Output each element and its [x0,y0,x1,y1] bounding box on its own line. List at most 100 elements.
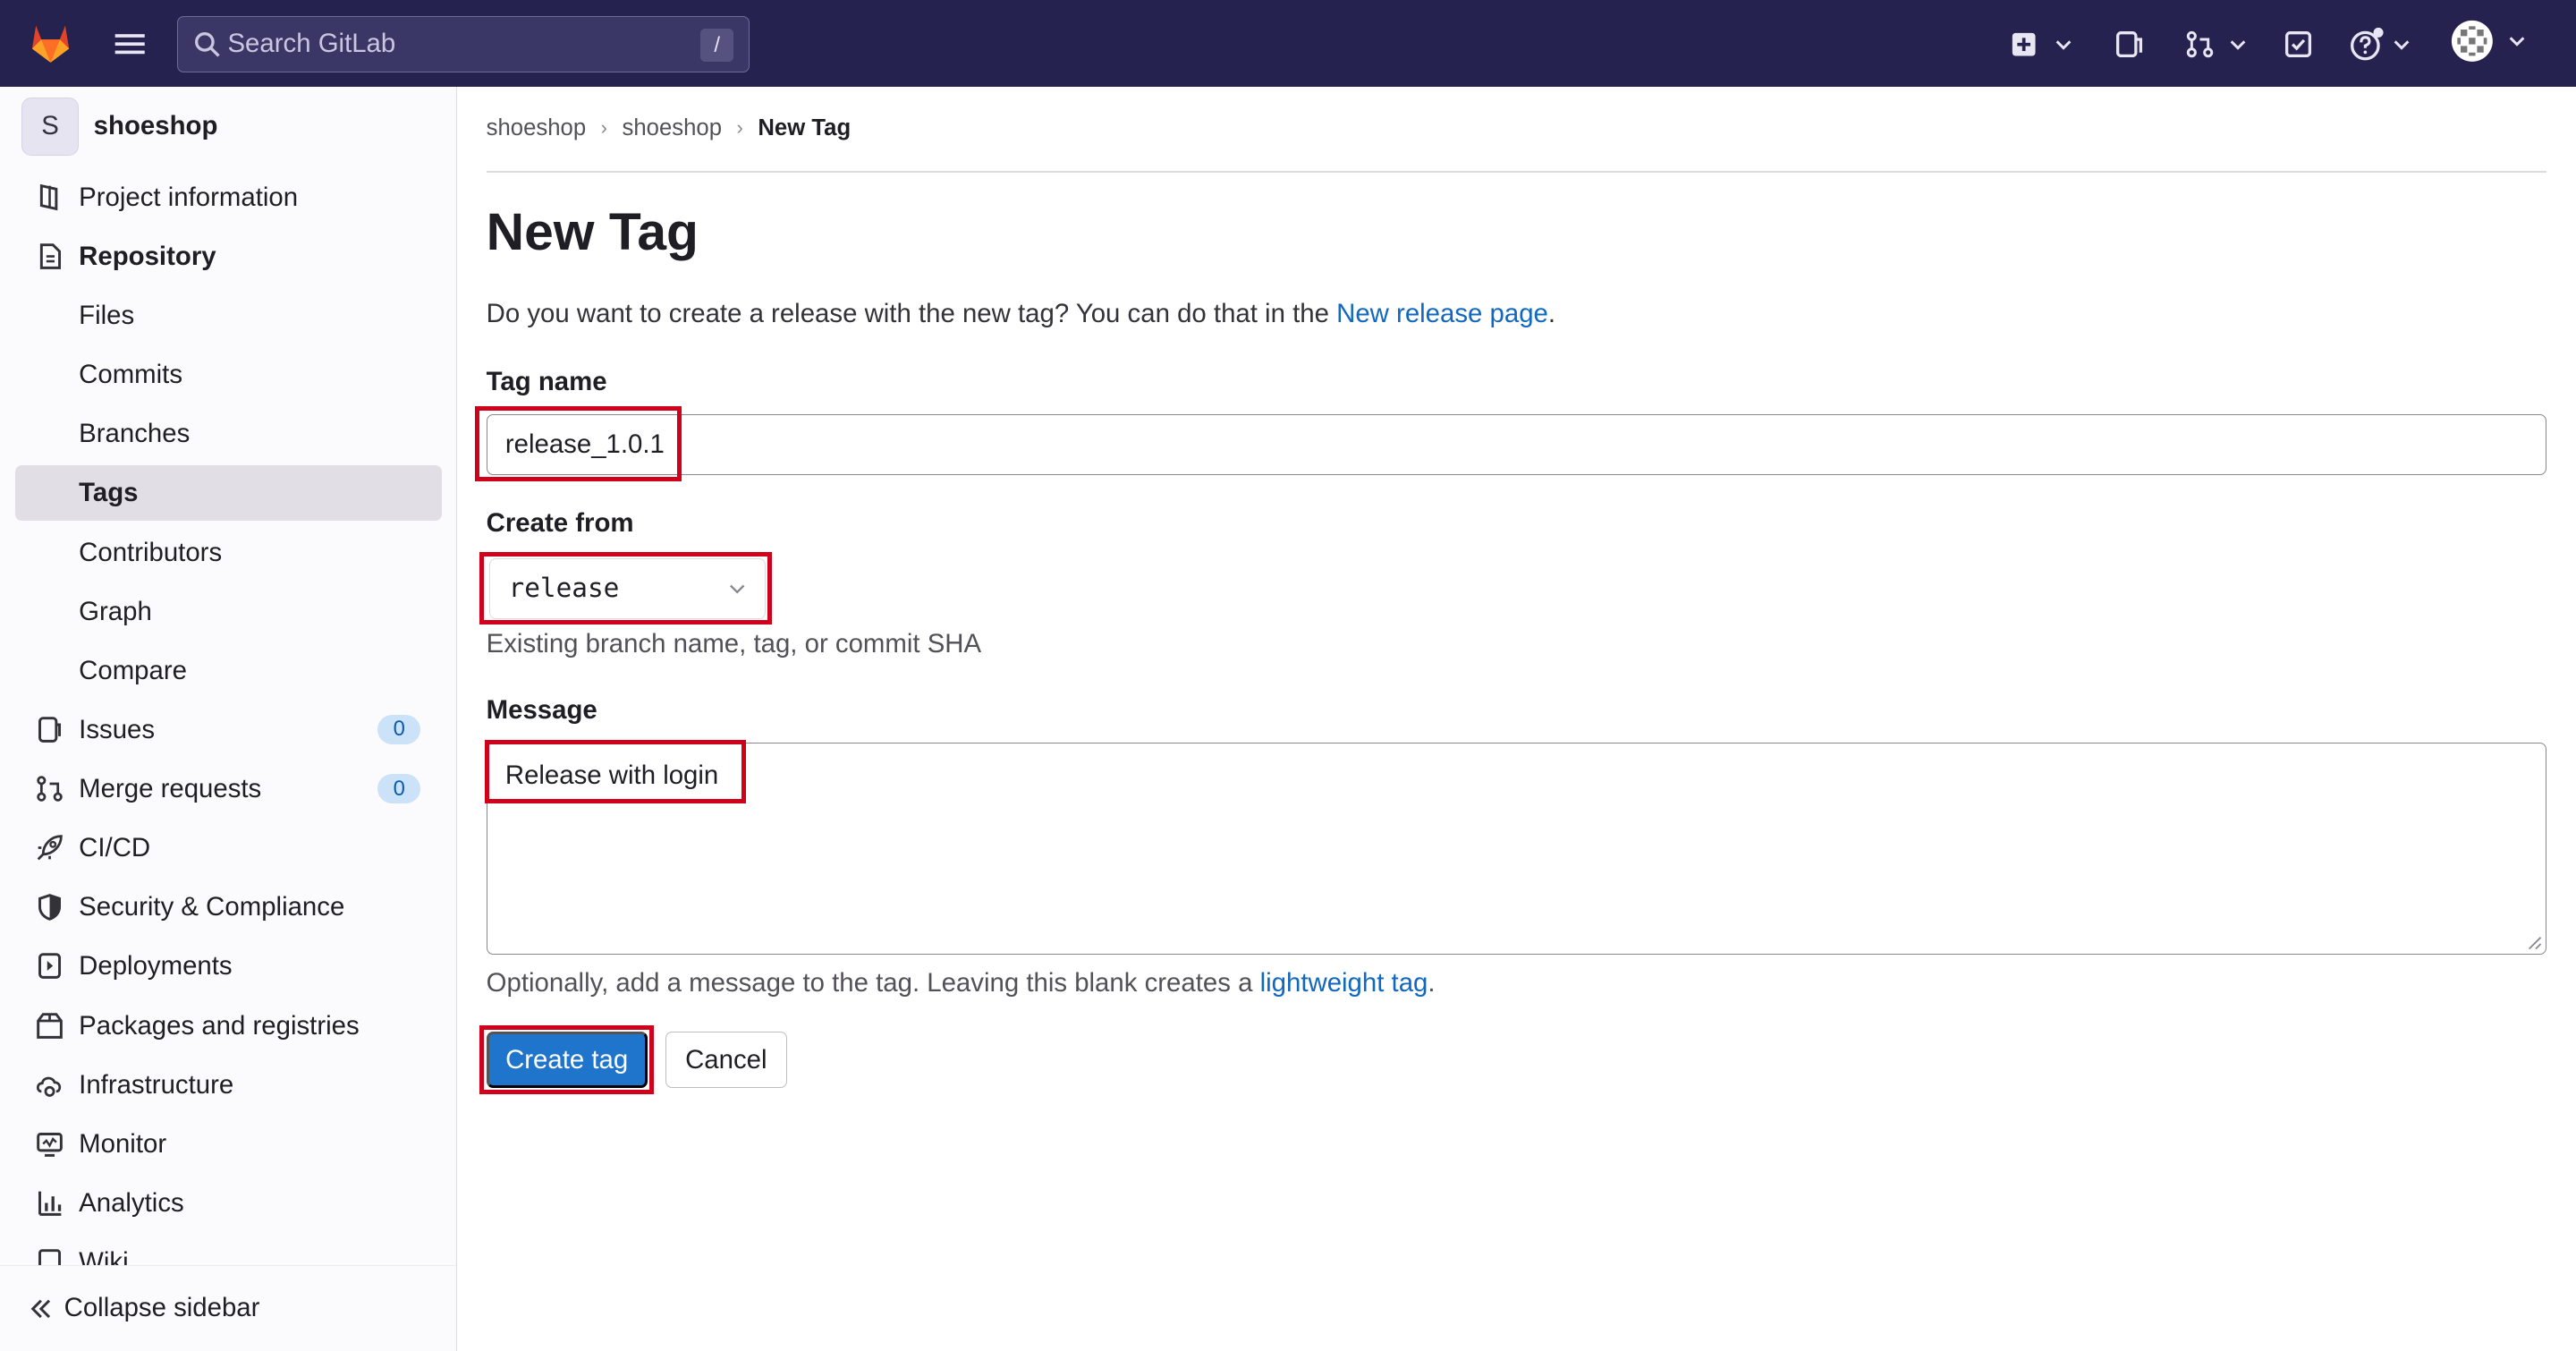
sidebar-item-label: Contributors [79,537,223,567]
merge-request-icon [2186,30,2214,58]
cloud-gear-icon [36,1076,61,1097]
monitor-icon [36,1132,63,1157]
merge-request-icon [36,776,63,802]
sidebar-item-deployments[interactable]: Deployments [0,939,456,994]
package-icon [36,1012,63,1039]
sidebar-item-label: Packages and registries [79,1010,360,1041]
sidebar-item-compare[interactable]: Compare [0,642,456,698]
sidebar-item-contributors[interactable]: Contributors [0,524,456,580]
chevron-down-icon [2230,39,2245,50]
breadcrumb-item-current[interactable]: New Tag [758,115,851,141]
new-release-page-link[interactable]: New release page [1336,299,1548,328]
sidebar-item-label: Issues [79,714,156,744]
release-hint-suffix: . [1547,299,1556,329]
sidebar-item-label: Repository [79,241,216,271]
shield-icon [38,894,61,922]
create-from-help-text: Existing branch name, tag, or commit SHA [486,629,982,659]
sidebar-item-graph[interactable]: Graph [0,583,456,639]
create-from-dropdown[interactable]: release [489,558,766,620]
tag-name-label: Tag name [486,366,607,396]
create-new-dropdown[interactable] [2011,25,2073,64]
search-box[interactable]: Search GitLab / [177,16,750,72]
search-shortcut-key: / [700,29,733,62]
chevron-down-icon [2394,39,2410,50]
chevron-down-icon [2509,37,2525,47]
message-textarea[interactable]: Release with login [486,743,2546,956]
chart-icon [38,1191,61,1216]
release-hint-prefix: Do you want to create a release with the… [486,299,1329,329]
create-tag-button[interactable]: Create tag [486,1032,648,1088]
create-from-label: Create from [486,507,634,538]
project-info-icon [39,183,57,211]
sidebar-item-label: Infrastructure [79,1069,234,1100]
lightweight-tag-link[interactable]: lightweight tag [1260,968,1428,998]
gitlab-tanuki-icon[interactable] [26,18,75,67]
rocket-icon [37,835,63,861]
tag-name-input[interactable]: release_1.0.1 [486,413,2546,475]
issues-count-badge: 0 [377,714,421,744]
sidebar-item-ci-cd[interactable]: CI/CD [0,820,456,876]
sidebar-item-label: Deployments [79,951,233,981]
deployments-icon [38,953,61,980]
todo-icon [2285,31,2312,58]
double-chevron-left-icon [30,1299,51,1319]
sidebar-item-label: Graph [79,596,152,626]
message-help-suffix: . [1428,967,1436,998]
resize-grip-icon[interactable] [2526,934,2542,950]
sidebar-item-label: Merge requests [79,774,262,804]
sidebar-item-infrastructure[interactable]: Infrastructure [0,1057,456,1112]
sidebar-item-label: Project information [79,182,299,212]
message-label: Message [486,694,597,725]
chevron-right-icon: › [736,116,743,140]
sidebar-item-merge-requests[interactable]: Merge requests 0 [0,760,456,816]
sidebar-item-label: Branches [79,419,191,449]
message-help-prefix: Optionally, add a message to the tag. Le… [486,967,1253,998]
sidebar-item-issues[interactable]: Issues 0 [0,701,456,757]
project-header[interactable]: S shoeshop [21,97,218,156]
todo-shortcut[interactable] [2284,25,2313,64]
breadcrumb-item-group[interactable]: shoeshop [487,115,586,141]
sidebar-item-label: Files [79,301,135,331]
sidebar-item-label: Compare [79,655,187,685]
page-title: New Tag [486,202,699,261]
project-name: shoeshop [93,111,218,141]
top-bar: Search GitLab / [0,0,2576,88]
breadcrumb: shoeshop › shoeshop › New Tag [487,115,852,141]
sidebar-item-label: Security & Compliance [79,892,345,922]
breadcrumb-item-project[interactable]: shoeshop [623,115,722,141]
user-avatar [2452,20,2494,62]
chevron-right-icon: › [600,116,607,140]
help-dropdown[interactable] [2349,25,2411,64]
chevron-down-icon [729,585,744,594]
sidebar-item-files[interactable]: Files [0,287,456,343]
sidebar-item-security-compliance[interactable]: Security & Compliance [0,879,456,935]
sidebar-item-project-information[interactable]: Project information [0,169,456,225]
plus-square-icon [2012,32,2036,56]
sidebar-item-label: Tags [79,478,139,508]
sidebar-item-label: Analytics [79,1187,184,1218]
cancel-button[interactable]: Cancel [665,1032,787,1088]
sidebar-item-label: Monitor [79,1128,167,1159]
search-icon [194,32,220,57]
project-sidebar: S shoeshop Project information Repositor… [0,87,457,1351]
sidebar-item-label: CI/CD [79,833,151,863]
message-value: Release with login [504,760,719,790]
merge-requests-count-badge: 0 [377,774,421,804]
user-menu-dropdown[interactable] [2451,20,2526,62]
search-placeholder: Search GitLab [227,29,396,59]
sidebar-item-analytics[interactable]: Analytics [0,1175,456,1230]
sidebar-item-tags[interactable]: Tags [14,464,443,522]
issues-shortcut[interactable] [2114,25,2144,64]
sidebar-item-monitor[interactable]: Monitor [0,1116,456,1171]
issues-icon [2115,31,2142,58]
sidebar-item-repository[interactable]: Repository [0,228,456,284]
breadcrumb-divider [486,171,2546,173]
chevron-down-icon [2055,39,2072,50]
sidebar-item-commits[interactable]: Commits [0,347,456,403]
help-icon [2351,28,2385,61]
sidebar-item-packages-registries[interactable]: Packages and registries [0,998,456,1053]
merge-requests-dropdown[interactable] [2185,25,2248,64]
hamburger-icon[interactable] [112,26,148,62]
collapse-sidebar-button[interactable]: Collapse sidebar [0,1265,456,1351]
sidebar-item-branches[interactable]: Branches [0,406,456,462]
